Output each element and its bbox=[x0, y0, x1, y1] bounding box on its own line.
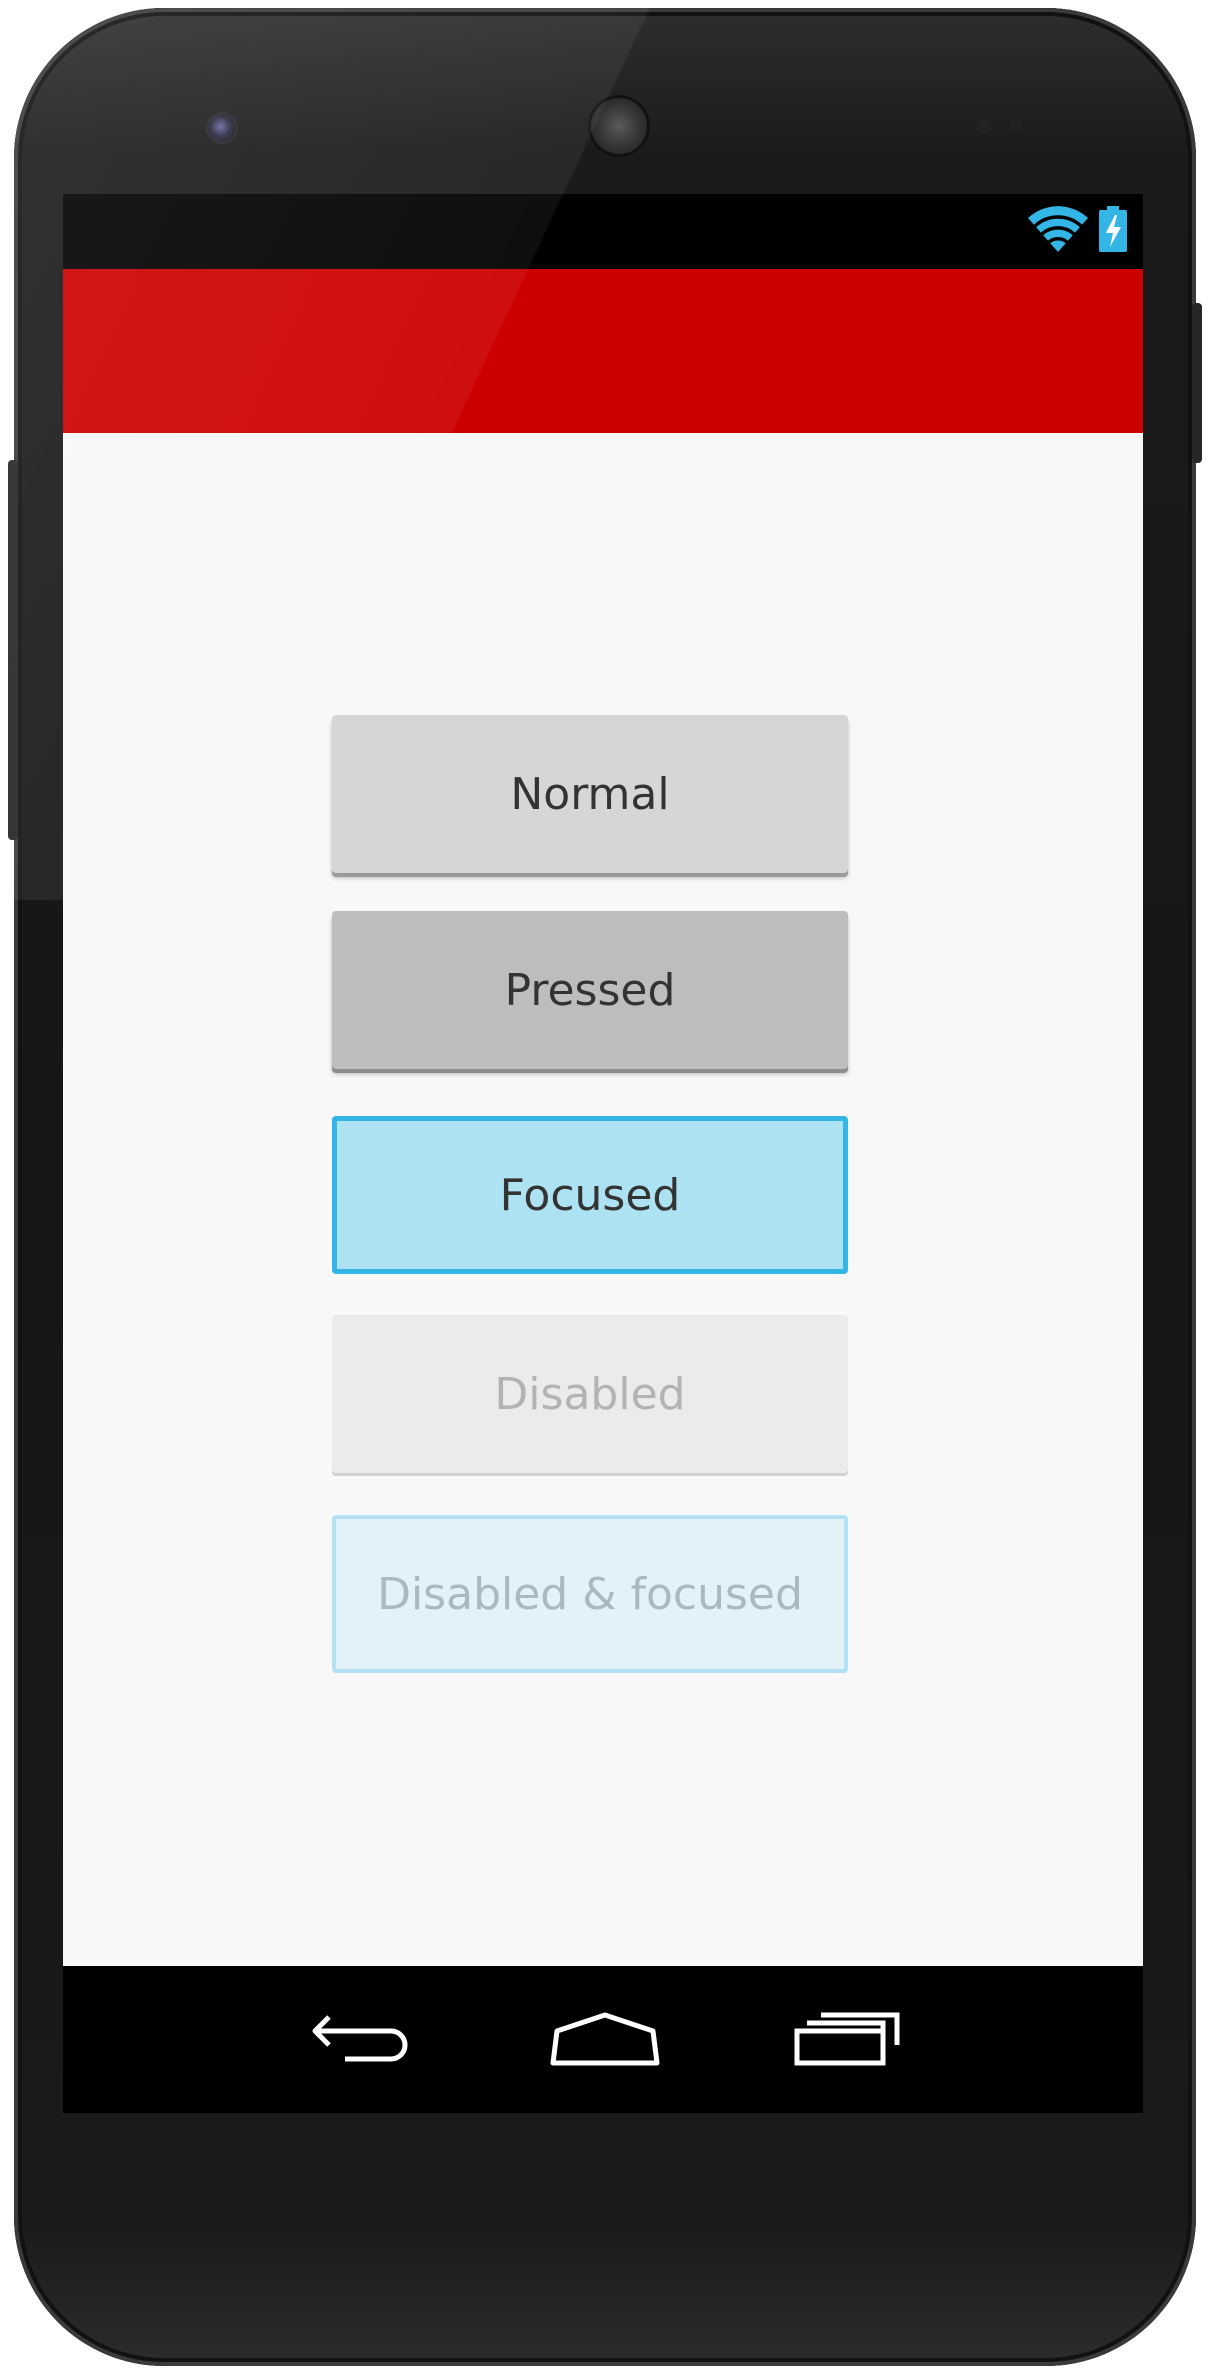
home-button[interactable] bbox=[545, 2006, 665, 2076]
battery-charging-icon bbox=[1097, 204, 1129, 259]
status-bar bbox=[63, 194, 1143, 269]
back-icon bbox=[309, 2011, 413, 2072]
status-icons bbox=[1027, 198, 1129, 264]
focused-button[interactable]: Focused bbox=[332, 1116, 848, 1274]
screen: Normal Pressed Focused Disabled Disabled… bbox=[63, 194, 1143, 2113]
disabled-focused-button: Disabled & focused bbox=[332, 1515, 848, 1673]
proximity-sensor bbox=[976, 117, 992, 133]
recents-icon bbox=[793, 2011, 901, 2072]
content-area: Normal Pressed Focused Disabled Disabled… bbox=[63, 433, 1143, 1966]
volume-button bbox=[8, 460, 18, 840]
disabled-button: Disabled bbox=[332, 1315, 848, 1473]
navigation-bar bbox=[63, 1966, 1143, 2113]
light-sensor bbox=[1010, 119, 1022, 131]
recents-button[interactable] bbox=[787, 2006, 907, 2076]
back-button[interactable] bbox=[301, 2006, 421, 2076]
home-icon bbox=[549, 2011, 661, 2072]
wifi-icon bbox=[1027, 204, 1089, 259]
normal-button[interactable]: Normal bbox=[332, 715, 848, 873]
earpiece-speaker bbox=[591, 98, 647, 154]
front-camera bbox=[208, 114, 236, 142]
power-button bbox=[1192, 303, 1202, 463]
action-bar bbox=[63, 269, 1143, 433]
pressed-button[interactable]: Pressed bbox=[332, 911, 848, 1069]
